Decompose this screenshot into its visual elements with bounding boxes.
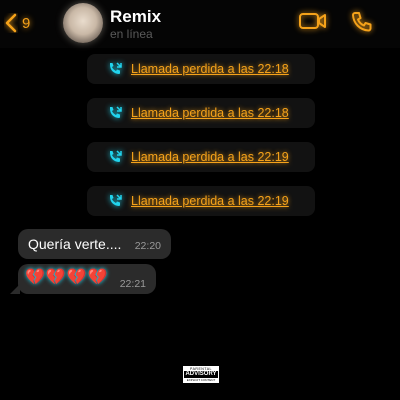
voice-call-button[interactable] [350, 10, 374, 34]
missed-call-text: Llamada perdida a las 22:18 [131, 106, 289, 120]
back-button[interactable]: 9 [4, 10, 46, 36]
message-text: Quería verte.... [28, 236, 122, 252]
missed-call-notice[interactable]: Llamada perdida a las 22:19 [87, 186, 315, 216]
bubble-tail [10, 284, 20, 294]
missed-video-call-icon [107, 193, 123, 209]
missed-call-notice[interactable]: Llamada perdida a las 22:18 [87, 98, 315, 128]
video-call-button[interactable] [298, 10, 328, 32]
unread-count: 9 [22, 14, 31, 32]
missed-video-call-icon [107, 149, 123, 165]
broken-heart-emojis: 💔💔💔💔 [25, 269, 109, 286]
phone-icon [350, 10, 374, 34]
video-camera-icon [298, 10, 328, 32]
message-time: 22:20 [134, 240, 161, 252]
missed-call-notice[interactable]: Llamada perdida a las 22:19 [87, 142, 315, 172]
avatar[interactable] [63, 3, 103, 43]
advisory-bottom-text: EXPLICIT CONTENT [186, 378, 216, 382]
contact-name[interactable]: Remix [110, 7, 161, 27]
message-time: 22:21 [119, 278, 146, 290]
chat-header: 9 Remix en línea [0, 0, 400, 48]
missed-video-call-icon [107, 105, 123, 121]
incoming-message[interactable]: 💔💔💔💔 22:21 [10, 264, 156, 294]
contact-status: en línea [110, 27, 153, 41]
parental-advisory-logo: PARENTAL ADVISORY EXPLICIT CONTENT [183, 366, 219, 383]
missed-call-text: Llamada perdida a las 22:18 [131, 62, 289, 76]
missed-call-notice[interactable]: Llamada perdida a las 22:18 [87, 54, 315, 84]
chevron-left-icon [4, 13, 18, 33]
incoming-message[interactable]: Quería verte.... 22:20 [18, 229, 171, 259]
missed-call-text: Llamada perdida a las 22:19 [131, 194, 289, 208]
advisory-middle-text: ADVISORY [184, 371, 218, 378]
missed-video-call-icon [107, 61, 123, 77]
missed-call-text: Llamada perdida a las 22:19 [131, 150, 289, 164]
